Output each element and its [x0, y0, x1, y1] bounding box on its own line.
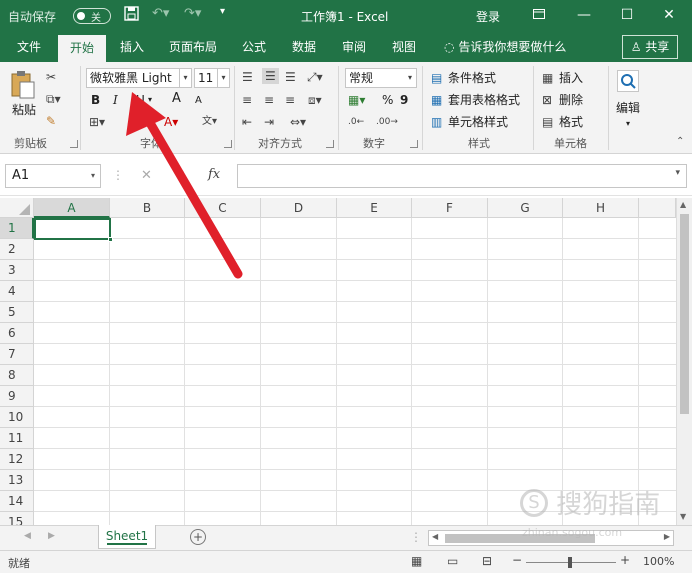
- red-arrow-annotation: [126, 92, 243, 279]
